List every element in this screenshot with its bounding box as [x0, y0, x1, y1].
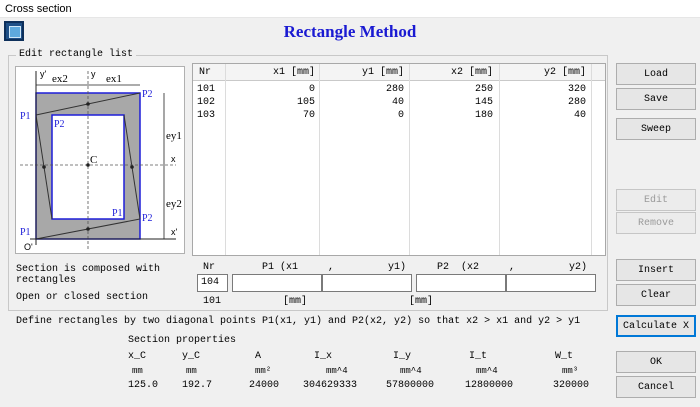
- section-properties-title: Section properties: [128, 335, 237, 346]
- sweep-button[interactable]: Sweep: [616, 118, 696, 140]
- ey2-label: ey2: [166, 198, 182, 210]
- prop-unit-it: mm^4: [476, 366, 498, 376]
- entry-nr-label: Nr: [203, 262, 216, 273]
- prop-value-ix: 304629333: [303, 380, 358, 391]
- prop-header-iy: I_y: [393, 351, 412, 362]
- define-instruction: Define rectangles by two diagonal points…: [16, 316, 581, 327]
- unit-mm-2: [mm]: [409, 296, 434, 307]
- y2-field[interactable]: [506, 274, 596, 292]
- rectangle-table[interactable]: Nr x1 [mm] y1 [mm] x2 [mm] y2 [mm] 101 0…: [192, 63, 606, 256]
- prop-value-it: 12800000: [465, 380, 514, 391]
- prop-header-a: A: [255, 351, 262, 362]
- unit-mm-1: [mm]: [283, 296, 308, 307]
- edit-button[interactable]: Edit: [616, 189, 696, 211]
- x1-field[interactable]: [232, 274, 322, 292]
- x-label: x: [171, 154, 176, 164]
- p1-label-bottom: P1: [20, 227, 31, 238]
- remove-button[interactable]: Remove: [616, 212, 696, 234]
- table-header: Nr x1 [mm] y1 [mm] x2 [mm] y2 [mm]: [193, 64, 605, 81]
- rectangle-diagram-svg: ex2 ex1 ey1 ey2 y' y x x' O' C P2 P1 P2 …: [20, 69, 182, 252]
- y-prime-label: y': [40, 69, 47, 79]
- prop-header-ix: I_x: [314, 351, 333, 362]
- p2-coords-label: P2 (x2 , y2): [437, 262, 588, 273]
- insert-button[interactable]: Insert: [616, 259, 696, 281]
- p2-label-right: P2: [142, 213, 153, 224]
- next-nr-label: 101: [203, 296, 222, 307]
- prop-header-xc: x_C: [128, 351, 147, 362]
- col-y1: y1 [mm]: [361, 67, 404, 78]
- p1-label-left-top: P1: [20, 111, 31, 122]
- cross-section-window: Cross section Rectangle Method Edit rect…: [0, 0, 700, 407]
- ex2-label: ex2: [52, 73, 68, 85]
- prop-unit-xc: mm: [132, 366, 143, 376]
- prop-unit-yc: mm: [186, 366, 197, 376]
- prop-unit-a: mm²: [255, 366, 272, 376]
- prop-header-yc: y_C: [182, 351, 201, 362]
- y1-field[interactable]: [322, 274, 412, 292]
- prop-unit-iy: mm^4: [400, 366, 422, 376]
- center-label: C: [90, 154, 97, 166]
- load-button[interactable]: Load: [616, 63, 696, 85]
- prop-value-yc: 192.7: [182, 380, 213, 391]
- prop-value-a: 24000: [249, 380, 280, 391]
- save-button[interactable]: Save: [616, 88, 696, 110]
- section-type-label: Open or closed section: [16, 292, 149, 303]
- x2-field[interactable]: [416, 274, 506, 292]
- composed-label: Section is composed with rectangles: [16, 264, 161, 286]
- prop-value-iy: 57800000: [386, 380, 435, 391]
- p2-label-top: P2: [142, 89, 153, 100]
- calculate-button[interactable]: Calculate X: [616, 315, 696, 337]
- group-title: Edit rectangle list: [16, 49, 137, 60]
- prop-header-it: I_t: [469, 351, 488, 362]
- prop-unit-ix: mm^4: [326, 366, 348, 376]
- clear-button[interactable]: Clear: [616, 284, 696, 306]
- title-bar[interactable]: Cross section: [0, 0, 700, 18]
- ex1-label: ex1: [106, 73, 122, 85]
- page-heading: Rectangle Method: [283, 22, 417, 41]
- col-y2: y2 [mm]: [543, 67, 586, 78]
- prop-value-wt: 320000: [553, 380, 590, 391]
- prop-header-wt: W_t: [555, 351, 574, 362]
- y-label: y: [91, 69, 96, 79]
- window-title: Cross section: [5, 3, 72, 15]
- col-x2: x2 [mm]: [450, 67, 493, 78]
- col-nr: Nr: [199, 67, 212, 78]
- p2-label-inner: P2: [54, 119, 65, 130]
- section-diagram: ex2 ex1 ey1 ey2 y' y x x' O' C P2 P1 P2 …: [15, 66, 185, 254]
- x-prime-label: x': [171, 227, 178, 237]
- ok-button[interactable]: OK: [616, 351, 696, 373]
- p1-coords-label: P1 (x1 , y1): [262, 262, 407, 273]
- p1-label-inner: P1: [112, 208, 123, 219]
- prop-value-xc: 125.0: [128, 380, 159, 391]
- col-x1: x1 [mm]: [272, 67, 315, 78]
- origin-label: O': [24, 242, 33, 252]
- ey1-label: ey1: [166, 130, 182, 142]
- cancel-button[interactable]: Cancel: [616, 376, 696, 398]
- prop-unit-wt: mm³: [562, 366, 579, 376]
- nr-field[interactable]: 104: [197, 274, 228, 292]
